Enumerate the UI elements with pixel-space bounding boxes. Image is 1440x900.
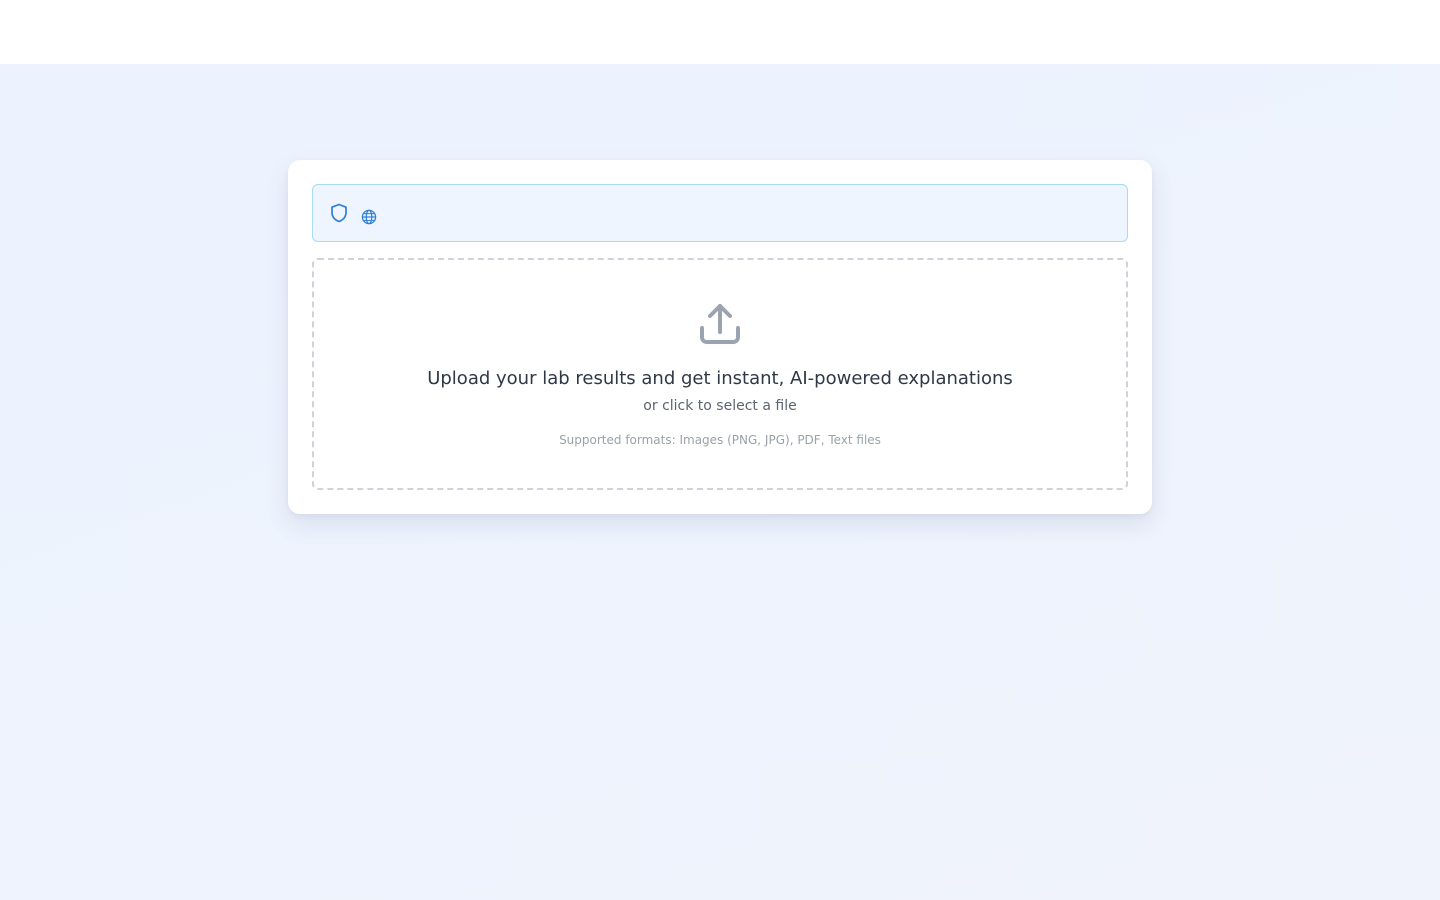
upload-headline: Upload your lab results and get instant,… (427, 368, 1013, 389)
upload-icon (700, 304, 740, 344)
globe-icon[interactable] (361, 209, 377, 225)
supported-formats-text: Supported formats: Images (PNG, JPG), PD… (559, 433, 881, 447)
top-navigation-bar (0, 0, 1440, 64)
select-file-hint[interactable]: or click to select a file (314, 397, 1126, 415)
file-dropzone[interactable]: Upload your lab results and get instant,… (312, 258, 1128, 490)
upload-card: Upload your lab results and get instant,… (288, 160, 1152, 514)
shield-icon (331, 203, 347, 223)
privacy-notice-banner (312, 184, 1128, 242)
